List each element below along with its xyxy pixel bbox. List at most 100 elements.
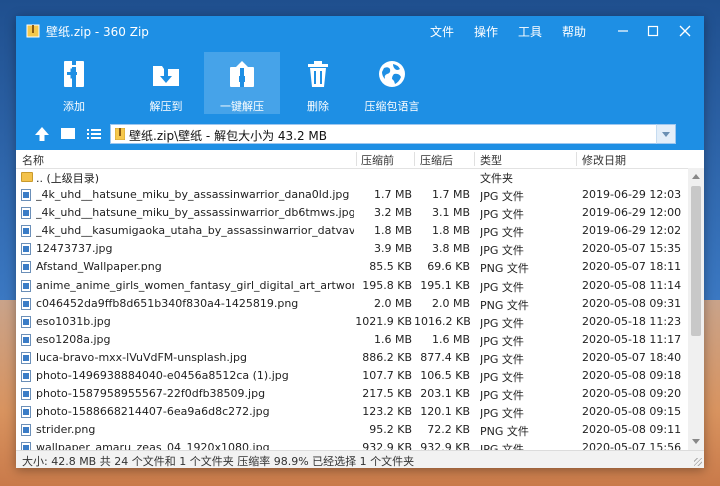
column-packed[interactable]: 压缩后 (420, 152, 453, 168)
file-row[interactable]: photo-1587958955567-22f0dfb38509.jpg 217.… (16, 385, 688, 403)
one-click-extract-button[interactable]: 一键解压 (204, 52, 280, 114)
file-row[interactable]: strider.png 95.2 KB 72.2 KB PNG 文件 2020-05-0… (16, 421, 688, 439)
file-modified-date: 2020-05-18 11:23 (582, 314, 682, 328)
menu-file[interactable]: 文件 (430, 23, 454, 40)
close-button[interactable] (670, 20, 700, 42)
image-file-icon (21, 442, 31, 450)
file-name: photo-1587958955567-22f0dfb38509.jpg (36, 387, 266, 401)
file-modified-date: 2020-05-18 11:17 (582, 332, 682, 346)
file-size: 3.2 MB (373, 206, 412, 220)
file-name: photo-1588668214407-6ea9a6d8c272.jpg (36, 405, 270, 419)
file-type: JPG 文件 (480, 280, 524, 294)
file-row[interactable]: photo-1496938884040-e0456a8512ca (1).jpg… (16, 367, 688, 385)
image-file-icon (21, 261, 31, 274)
file-type: PNG 文件 (480, 262, 529, 276)
close-icon (679, 25, 691, 37)
file-packed-size: 3.1 MB (431, 206, 470, 220)
add-icon (64, 61, 84, 87)
file-size: 107.7 KB (362, 369, 412, 383)
image-file-icon (21, 406, 31, 419)
file-packed-size: 106.5 KB (420, 369, 470, 383)
file-type: PNG 文件 (480, 425, 529, 439)
column-divider[interactable] (474, 152, 475, 166)
extract-to-icon (153, 66, 179, 86)
file-row[interactable]: c046452da9ffb8d651b340f830a4-1425819.png… (16, 295, 688, 313)
column-divider[interactable] (414, 152, 415, 166)
file-rows: .. (上级目录) 文件夹 _4k_uhd__hatsune_miku_by_ass… (16, 168, 688, 450)
minimize-icon (618, 30, 628, 32)
folder-icon (21, 172, 33, 182)
scroll-thumb[interactable] (691, 186, 701, 336)
vertical-scrollbar[interactable] (688, 168, 704, 450)
path-bar[interactable]: 壁纸.zip\壁纸 - 解包大小为 43.2 MB (110, 124, 676, 144)
image-file-icon (21, 333, 31, 346)
file-type: JPG 文件 (480, 352, 524, 366)
file-row[interactable]: photo-1588668214407-6ea9a6d8c272.jpg 123.… (16, 403, 688, 421)
file-row[interactable]: wallpaper_amaru_zeas_04_1920x1080.jpg 932… (16, 439, 688, 450)
resize-grip-icon[interactable] (694, 458, 702, 466)
column-divider[interactable] (356, 152, 357, 166)
path-dropdown-button[interactable] (656, 124, 676, 144)
add-label: 添加 (63, 100, 85, 113)
file-type: JPG 文件 (480, 389, 524, 403)
maximize-button[interactable] (638, 20, 668, 42)
status-text: 大小: 42.8 MB 共 24 个文件和 1 个文件夹 压缩率 98.9% 已… (22, 455, 415, 468)
file-row[interactable]: _4k_uhd__hatsune_miku_by_assassinwarrior… (16, 186, 688, 204)
extract-to-button[interactable]: 解压到 (128, 52, 204, 114)
file-modified-date: 2020-05-08 11:14 (582, 278, 682, 292)
scroll-up-button[interactable] (688, 168, 704, 184)
image-file-icon (21, 207, 31, 220)
menu-help[interactable]: 帮助 (562, 23, 586, 40)
file-row[interactable]: luca-bravo-mxx-lVuVdFM-unsplash.jpg 886.2… (16, 349, 688, 367)
file-size: 2.0 MB (373, 296, 412, 310)
file-size: 1021.9 KB (355, 314, 412, 328)
column-modified[interactable]: 修改日期 (582, 152, 626, 168)
image-file-icon (21, 424, 31, 437)
file-row[interactable]: anime_anime_girls_women_fantasy_girl_dig… (16, 277, 688, 295)
column-size[interactable]: 压缩前 (361, 152, 394, 168)
minimize-button[interactable] (608, 20, 638, 42)
zip-app-icon (26, 24, 40, 38)
file-name: _4k_uhd__hatsune_miku_by_assassinwarrior… (36, 188, 350, 202)
scroll-down-icon (692, 439, 700, 444)
file-modified-date: 2019-06-29 12:00 (582, 206, 682, 220)
image-file-icon (21, 189, 31, 202)
column-type[interactable]: 类型 (480, 152, 502, 168)
up-arrow-icon[interactable] (32, 124, 52, 144)
scroll-down-button[interactable] (688, 434, 704, 450)
file-size: 123.2 KB (362, 405, 412, 419)
delete-button[interactable]: 删除 (280, 52, 356, 114)
file-name: c046452da9ffb8d651b340f830a4-1425819.png (36, 296, 299, 310)
file-name: _4k_uhd__kasumigaoka_utaha_by_assassinwa… (36, 224, 354, 238)
file-modified-date: 2020-05-08 09:31 (582, 296, 682, 310)
file-row[interactable]: 12473737.jpg 3.9 MB 3.8 MB JPG 文件 2020-05-07… (16, 240, 688, 258)
file-modified-date: 2020-05-08 09:20 (582, 387, 682, 401)
view-list-icon[interactable] (84, 124, 104, 144)
file-packed-size: 72.2 KB (427, 423, 470, 437)
file-packed-size: 2.0 MB (431, 296, 470, 310)
file-row[interactable]: _4k_uhd__hatsune_miku_by_assassinwarrior… (16, 204, 688, 222)
view-thumbnail-icon[interactable] (58, 124, 78, 144)
file-row[interactable]: eso1208a.jpg 1.6 MB 1.6 MB JPG 文件 2020-05-18… (16, 331, 688, 349)
column-name[interactable]: 名称 (22, 152, 44, 168)
menu-tools[interactable]: 工具 (518, 23, 542, 40)
file-size: 85.5 KB (369, 260, 412, 274)
parent-folder-row[interactable]: .. (上级目录) 文件夹 (16, 168, 688, 186)
chevron-down-icon (662, 132, 670, 137)
image-file-icon (21, 388, 31, 401)
one-click-extract-label: 一键解压 (220, 100, 264, 113)
image-file-icon (21, 370, 31, 383)
column-divider[interactable] (576, 152, 577, 166)
file-type: PNG 文件 (480, 298, 529, 312)
file-row[interactable]: Afstand_Wallpaper.png 85.5 KB 69.6 KB PNG 文… (16, 258, 688, 276)
file-row[interactable]: _4k_uhd__kasumigaoka_utaha_by_assassinwa… (16, 222, 688, 240)
title-bar[interactable]: 壁纸.zip - 360 Zip 文件 操作 工具 帮助 (16, 16, 704, 46)
image-file-icon (21, 351, 31, 364)
add-button[interactable]: 添加 (36, 52, 112, 114)
menu-actions[interactable]: 操作 (474, 23, 498, 40)
archive-language-button[interactable]: 压缩包语言 (354, 52, 430, 114)
file-row[interactable]: eso1031b.jpg 1021.9 KB 1016.2 KB JPG 文件 2020… (16, 313, 688, 331)
window-title: 壁纸.zip - 360 Zip (46, 25, 149, 39)
file-type: JPG 文件 (480, 334, 524, 348)
file-type: JPG 文件 (480, 316, 524, 330)
